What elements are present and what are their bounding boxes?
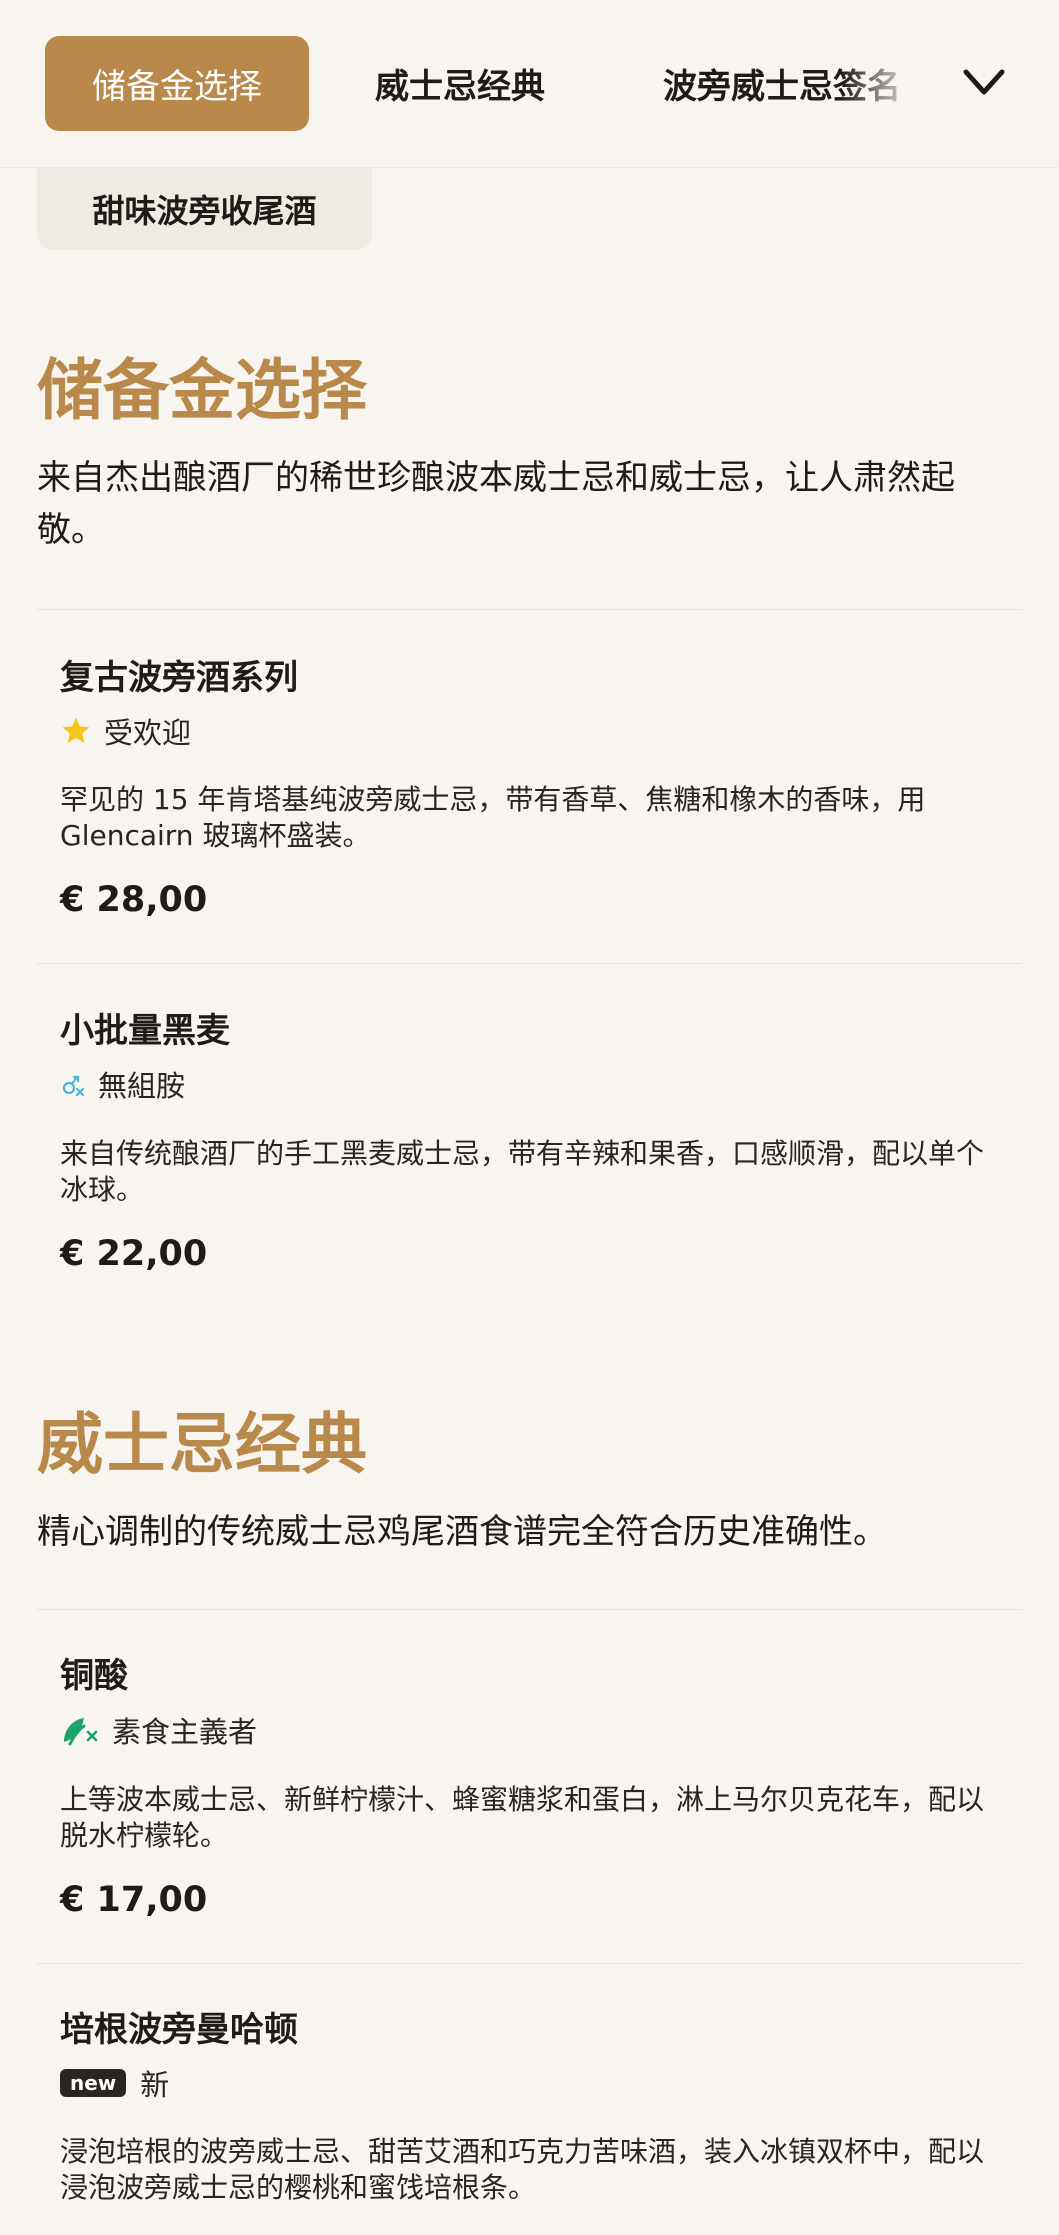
section-title: 威士忌经典 <box>37 1406 367 1483</box>
star-icon <box>60 715 92 747</box>
menu-item-description: 罕见的 15 年肯塔基纯波旁威士忌，带有香草、焦糖和橡木的香味，用 Glenca… <box>60 783 926 852</box>
divider <box>37 1609 1022 1610</box>
histamine-free-icon <box>60 1069 86 1099</box>
menu-item-name[interactable]: 小批量黑麦 <box>60 1003 230 1052</box>
category-nav-bar: 储备金选择 威士忌经典 波旁威士忌签名 <box>0 0 1059 168</box>
badge-label: 無組胺 <box>98 1069 186 1103</box>
badge-new: new 新 <box>60 2063 169 2103</box>
tab-reserve-selection[interactable]: 储备金选择 <box>45 36 309 131</box>
menu-item-name[interactable]: 铜酸 <box>60 1648 128 1697</box>
badge-popular: 受欢迎 <box>60 711 191 751</box>
section-title: 储备金选择 <box>37 352 367 429</box>
menu-item-price: € 17,00 <box>60 1880 208 1920</box>
menu-item-description: 来自传统酿酒厂的手工黑麦威士忌，带有辛辣和果香，口感顺滑，配以单个冰球。 <box>60 1137 985 1206</box>
menu-item-description: 上等波本威士忌、新鲜柠檬汁、蜂蜜糖浆和蛋白，淋上马尔贝克花车，配以脱水柠檬轮。 <box>60 1783 985 1852</box>
menu-item-description: 浸泡培根的波旁威士忌、甜苦艾酒和巧克力苦味酒，装入冰镇双杯中，配以浸泡波旁威士忌… <box>60 2135 985 2204</box>
menu-item-price: € 28,00 <box>60 880 208 920</box>
badge-histamine-free: 無組胺 <box>60 1064 185 1104</box>
chevron-down-icon[interactable] <box>960 62 1008 104</box>
vegan-icon <box>60 1712 100 1748</box>
badge-vegan: 素食主義者 <box>60 1710 257 1750</box>
menu-item-name[interactable]: 复古波旁酒系列 <box>60 650 298 699</box>
badge-label: 新 <box>140 2068 170 2102</box>
divider <box>37 1963 1022 1964</box>
divider <box>37 609 1022 610</box>
category-chip-sweet-bourbon-finish[interactable]: 甜味波旁收尾酒 <box>37 168 372 250</box>
menu-item-name[interactable]: 培根波旁曼哈顿 <box>60 2002 298 2051</box>
badge-label: 受欢迎 <box>104 716 192 750</box>
menu-item-price: € 22,00 <box>60 1234 208 1274</box>
new-badge-icon: new <box>60 2069 127 2097</box>
section-description: 精心调制的传统威士忌鸡尾酒食谱完全符合历史准确性。 <box>37 1512 887 1552</box>
tab-bourbon-signature[interactable]: 波旁威士忌签名 <box>663 36 918 131</box>
badge-label: 素食主義者 <box>112 1715 258 1749</box>
tab-whisky-classics[interactable]: 威士忌经典 <box>375 36 545 131</box>
divider <box>37 963 1022 964</box>
section-description: 来自杰出酿酒厂的稀世珍酿波本威士忌和威士忌，让人肃然起敬。 <box>37 458 955 550</box>
